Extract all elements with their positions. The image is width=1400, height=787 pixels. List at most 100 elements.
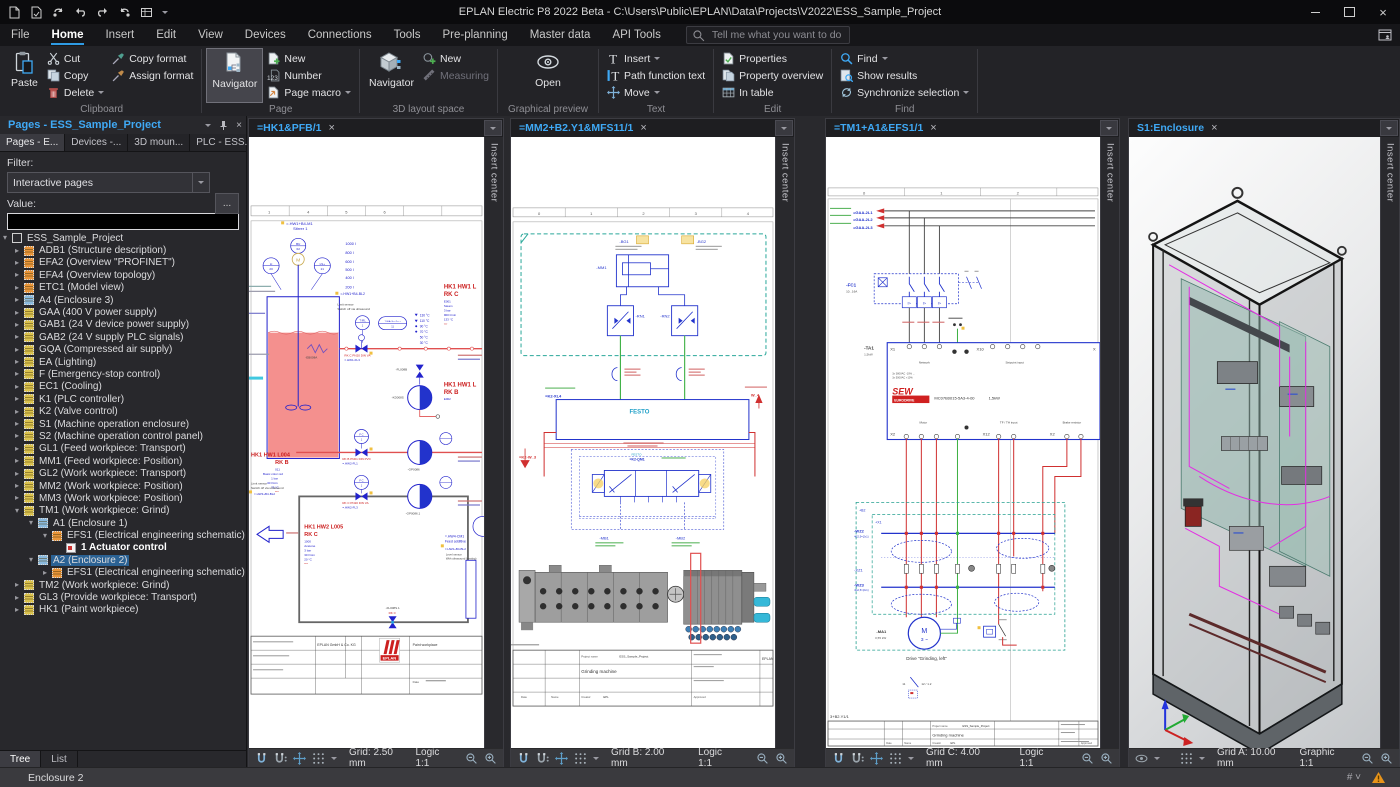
delete-button[interactable]: Delete: [43, 84, 108, 101]
tree-item-project-root[interactable]: ESS_Sample_Project: [0, 232, 246, 244]
zoom-out-icon[interactable]: [1361, 752, 1374, 765]
document-tab[interactable]: =HK1&PFB/1 ×: [249, 119, 343, 137]
search-input[interactable]: [710, 28, 849, 42]
graphic-settings-icon[interactable]: # ˅: [1347, 772, 1361, 783]
menu-insert[interactable]: Insert: [94, 24, 145, 46]
filter-dropdown-caret[interactable]: [192, 173, 209, 192]
panel-tab-devices[interactable]: Devices -...: [65, 134, 128, 151]
snap-icon[interactable]: [832, 752, 845, 765]
menu-devices[interactable]: Devices: [234, 24, 297, 46]
tree-item-adb1[interactable]: ADB1 (Structure description): [0, 244, 246, 256]
minimize-button[interactable]: [1298, 0, 1332, 24]
restore-button[interactable]: [1332, 0, 1366, 24]
tree-item-gl2[interactable]: GL2 (Work workpiece: Transport): [0, 467, 246, 479]
page-macro-button[interactable]: Page macro: [263, 84, 355, 101]
copy-format-button[interactable]: Copy format: [108, 50, 197, 67]
enclosure-3d-viewport[interactable]: [1129, 137, 1380, 748]
panel-close-icon[interactable]: ×: [236, 120, 242, 131]
tree-item-s2[interactable]: S2 (Machine operation control panel): [0, 430, 246, 442]
show-results-button[interactable]: Show results: [836, 67, 973, 84]
zoom-in-icon[interactable]: [484, 752, 497, 765]
menu-file[interactable]: File: [0, 24, 41, 46]
tree-item-tm2[interactable]: TM2 (Work workpiece: Grind): [0, 579, 246, 591]
user-window-icon[interactable]: [1378, 28, 1392, 42]
tree-item-mm3[interactable]: MM3 (Work workpiece: Position): [0, 492, 246, 504]
find-button[interactable]: Find: [836, 50, 973, 67]
tree-item-etc1[interactable]: ETC1 (Model view): [0, 282, 246, 294]
object-snap-icon[interactable]: [274, 752, 287, 765]
tree-item-ea[interactable]: EA (Lighting): [0, 356, 246, 368]
in-table-button[interactable]: In table: [718, 84, 827, 101]
tree-item-gl1[interactable]: GL1 (Feed workpiece: Transport): [0, 443, 246, 455]
redo-icon[interactable]: [96, 6, 109, 19]
tree-item-efs1-a1[interactable]: EFS1 (Electrical engineering schematic): [0, 529, 246, 541]
tree-item-a1[interactable]: A1 (Enclosure 1): [0, 517, 246, 529]
tree-item-gl3[interactable]: GL3 (Provide workpiece: Transport): [0, 591, 246, 603]
assign-format-button[interactable]: Assign format: [108, 67, 197, 84]
qat-dropdown-icon[interactable]: [162, 11, 168, 14]
tree-item-s1[interactable]: S1 (Machine operation enclosure): [0, 418, 246, 430]
measuring-button[interactable]: Measuring: [419, 67, 493, 84]
open-page-icon[interactable]: [30, 6, 43, 19]
undo-icon[interactable]: [74, 6, 87, 19]
tree-item-a2-selected[interactable]: A2 (Enclosure 2): [0, 554, 246, 566]
open-preview-button[interactable]: Open: [530, 48, 566, 103]
tree-item-efs1-a2[interactable]: EFS1 (Electrical engineering schematic): [0, 567, 246, 579]
new-page-icon[interactable]: [8, 6, 21, 19]
grid-dropdown-icon[interactable]: [908, 757, 914, 760]
synchronize-selection-button[interactable]: Synchronize selection: [836, 84, 973, 101]
redo-dot-icon[interactable]: [118, 6, 131, 19]
tree-item-k2[interactable]: K2 (Valve control): [0, 405, 246, 417]
move-cursor-icon[interactable]: [555, 752, 568, 765]
filter-more-button[interactable]: ...: [215, 193, 239, 214]
view-eye-icon[interactable]: [1135, 752, 1148, 765]
close-button[interactable]: ×: [1366, 0, 1400, 24]
insert-text-button[interactable]: T Insert: [603, 50, 709, 67]
document-tab[interactable]: =MM2+B2.Y1&MFS11/1 ×: [511, 119, 655, 137]
object-snap-icon[interactable]: [536, 752, 549, 765]
tree-item-gab2[interactable]: GAB2 (24 V supply PLC signals): [0, 331, 246, 343]
insert-center-panel[interactable]: Insert center: [775, 137, 794, 748]
view-dropdown-icon[interactable]: [1154, 757, 1160, 760]
insert-center-panel[interactable]: Insert center: [484, 137, 503, 748]
zoom-out-icon[interactable]: [465, 752, 478, 765]
tree-item-f[interactable]: F (Emergency-stop control): [0, 368, 246, 380]
tab-close-icon[interactable]: ×: [1211, 123, 1217, 134]
move-button[interactable]: Move: [603, 84, 709, 101]
panel-tab-3d[interactable]: 3D moun...: [128, 134, 190, 151]
path-function-text-button[interactable]: T Path function text: [603, 67, 709, 84]
filter-dropdown[interactable]: Interactive pages: [7, 172, 210, 193]
panel-tab-pages[interactable]: Pages - E...: [0, 134, 65, 151]
grid-icon[interactable]: [889, 752, 902, 765]
page-navigator-button[interactable]: Navigator: [206, 48, 263, 103]
snap-icon[interactable]: [255, 752, 268, 765]
tree-item-hk1[interactable]: HK1 (Paint workpiece): [0, 604, 246, 616]
tree-item-a4[interactable]: A4 (Enclosure 3): [0, 294, 246, 306]
paste-button[interactable]: Paste: [6, 48, 43, 103]
tab-list-button[interactable]: [1380, 120, 1398, 136]
undo-dot-icon[interactable]: [52, 6, 65, 19]
grid-icon[interactable]: [312, 752, 325, 765]
new-3d-button[interactable]: New: [419, 50, 493, 67]
grid-dropdown-icon[interactable]: [331, 757, 337, 760]
warning-icon[interactable]: [1371, 771, 1386, 784]
grid-icon[interactable]: [1180, 752, 1193, 765]
pin-icon[interactable]: [219, 120, 228, 131]
grid-dropdown-icon[interactable]: [1199, 757, 1205, 760]
tab-close-icon[interactable]: ×: [930, 123, 936, 134]
tab-close-icon[interactable]: ×: [328, 123, 334, 134]
object-snap-icon[interactable]: [851, 752, 864, 765]
menu-home[interactable]: Home: [41, 24, 95, 46]
tree-item-mm2[interactable]: MM2 (Work workpiece: Position): [0, 480, 246, 492]
tree-item-efa4[interactable]: EFA4 (Overview topology): [0, 269, 246, 281]
zoom-out-icon[interactable]: [1081, 752, 1094, 765]
zoom-out-icon[interactable]: [756, 752, 769, 765]
panel-menu-icon[interactable]: [205, 124, 211, 127]
grid-icon[interactable]: [574, 752, 587, 765]
pid-schematic-canvas[interactable]: 1456 =.HW1+B4-M1 Stirrer 1 BU02 M: [249, 137, 484, 748]
tree-item-mm1[interactable]: MM1 (Feed workpiece: Position): [0, 455, 246, 467]
properties-button[interactable]: Properties: [718, 50, 827, 67]
number-button[interactable]: 123 Number: [263, 67, 355, 84]
tree-item-efa2[interactable]: EFA2 (Overview "PROFINET"): [0, 257, 246, 269]
tell-me-search[interactable]: [686, 26, 850, 44]
